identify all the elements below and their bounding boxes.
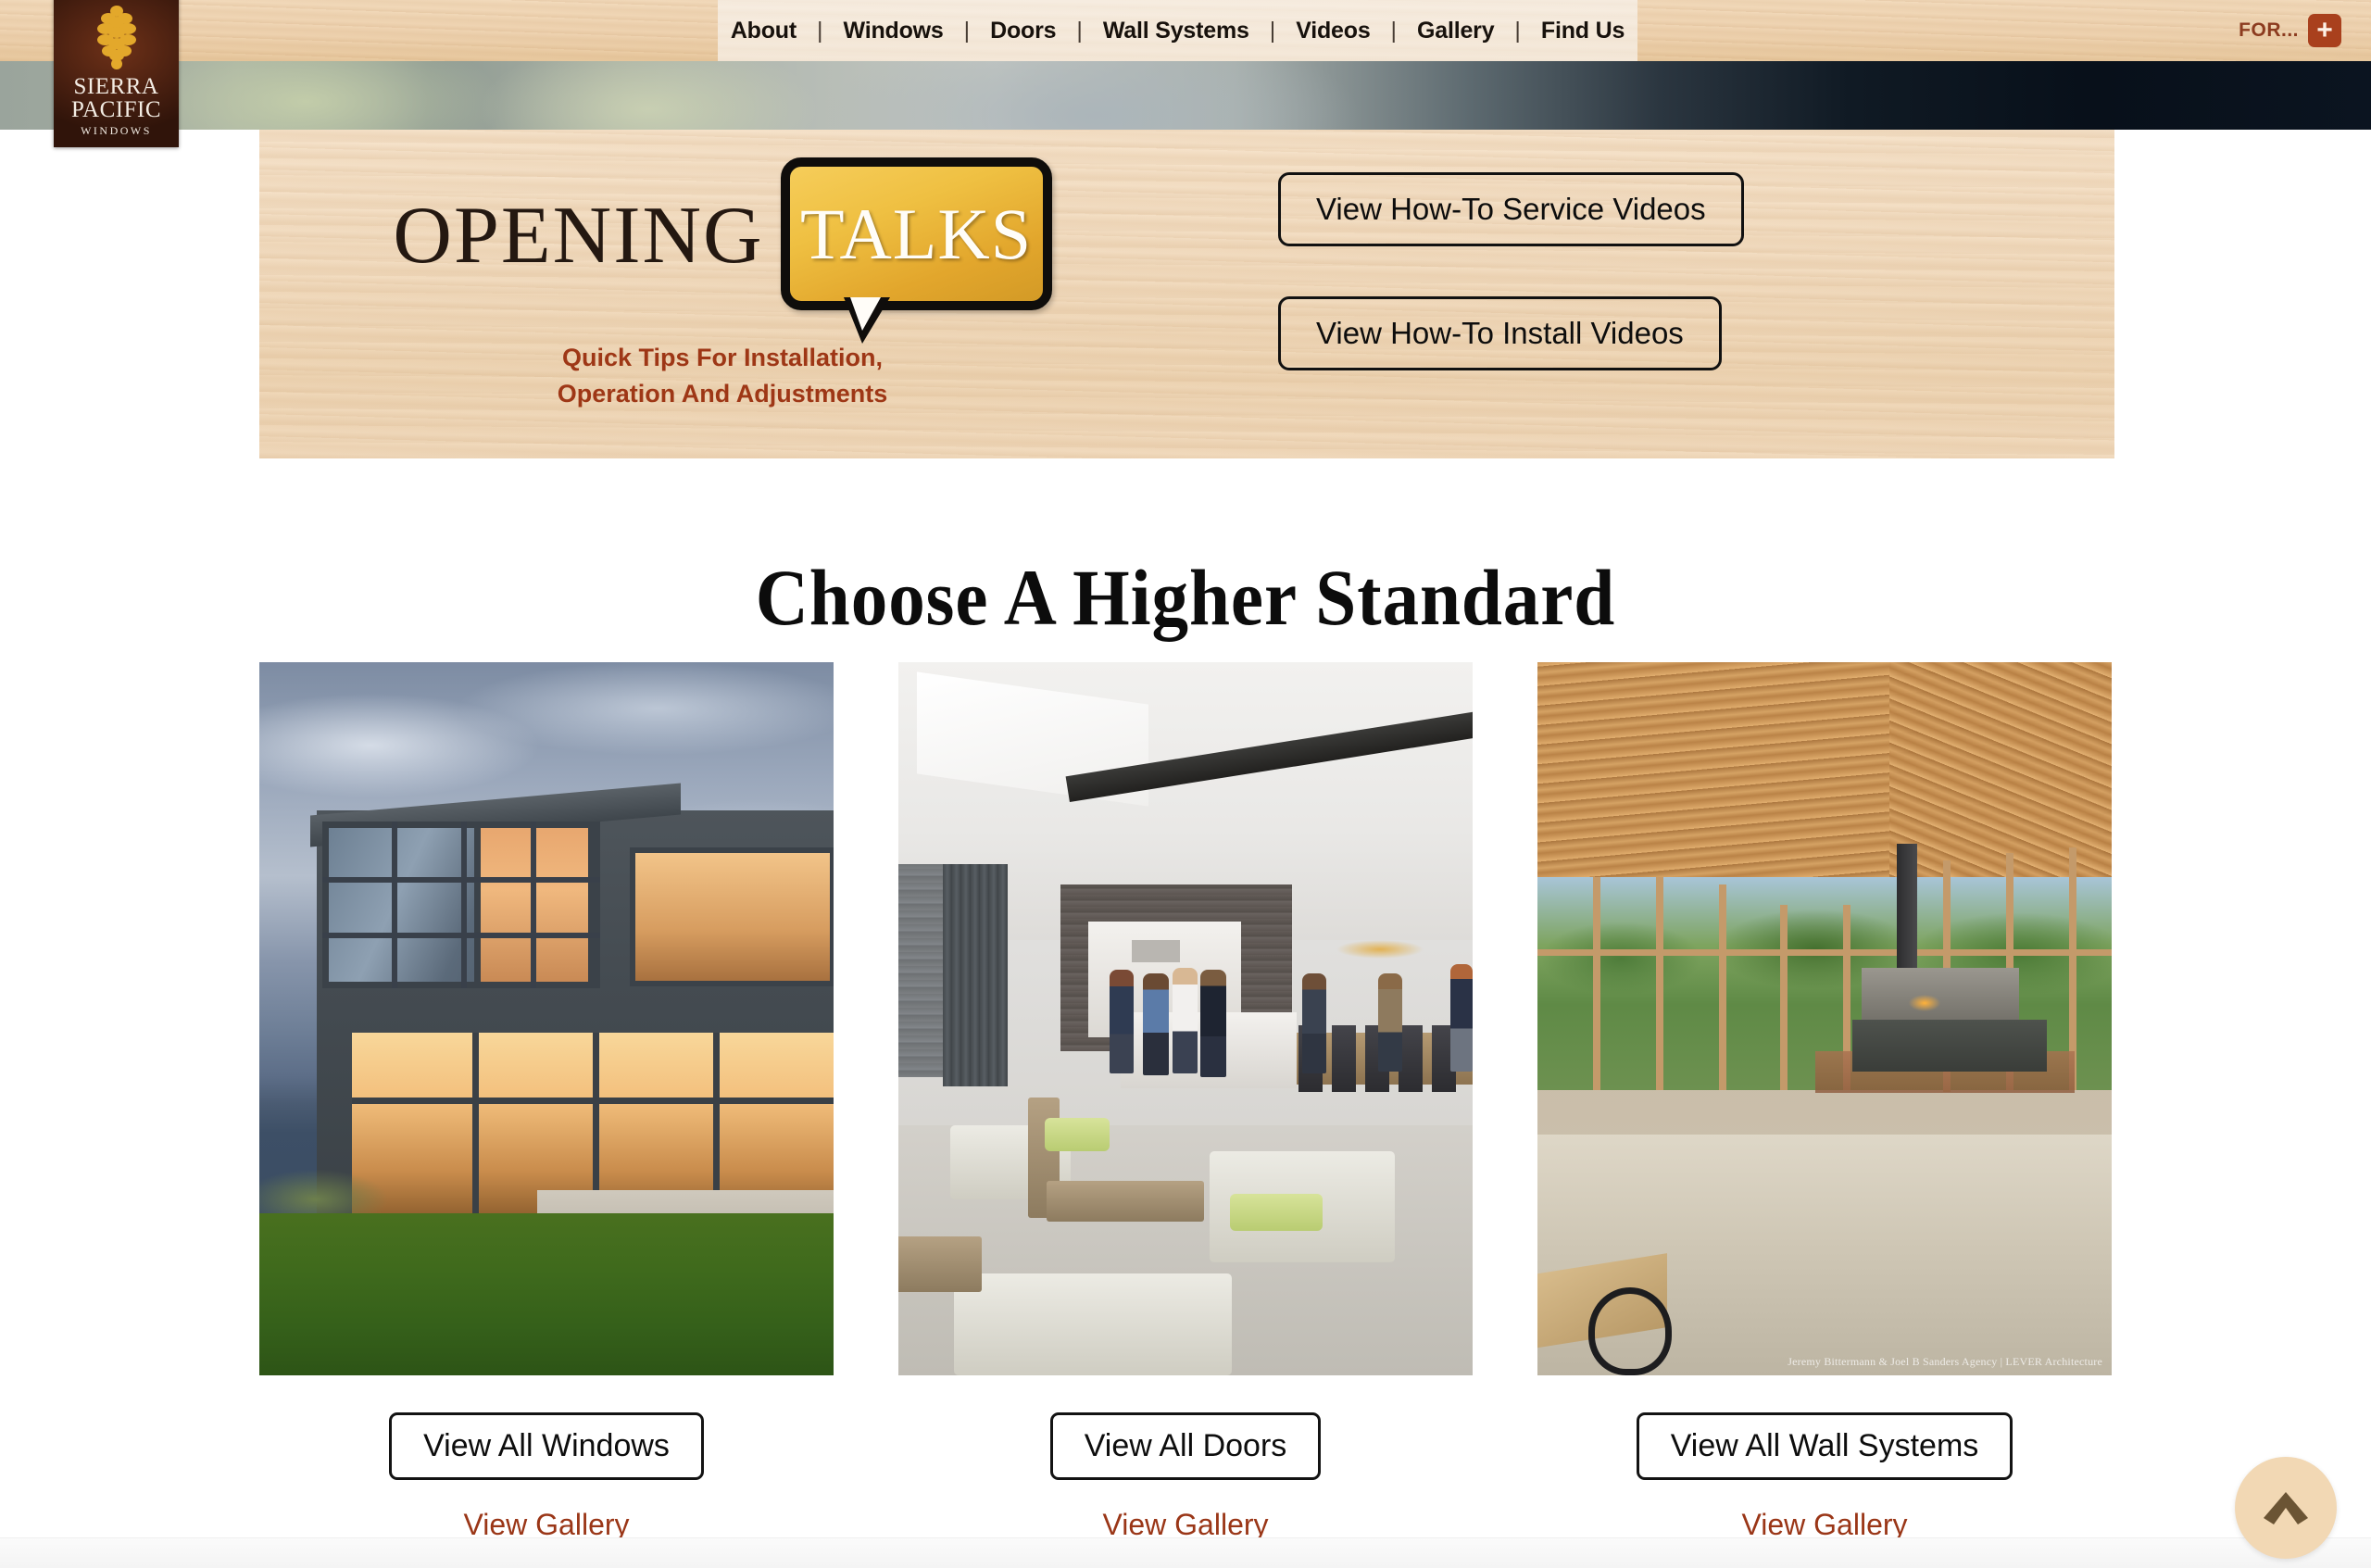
green-pillow bbox=[1230, 1194, 1323, 1231]
scroll-to-top-button[interactable] bbox=[2235, 1457, 2337, 1559]
chandelier bbox=[1320, 929, 1440, 966]
card-wall-systems: Jeremy Bittermann & Joel B Sanders Agenc… bbox=[1537, 662, 2112, 1542]
window-transom bbox=[1537, 949, 2112, 956]
photo-credit: Jeremy Bittermann & Joel B Sanders Agenc… bbox=[1788, 1355, 2102, 1368]
card-windows: View All Windows View Gallery bbox=[259, 662, 834, 1542]
open-plan-kitchen-gathering-photo[interactable] bbox=[898, 662, 1473, 1375]
plus-icon[interactable]: + bbox=[2308, 14, 2341, 47]
card-action: View All Windows bbox=[259, 1412, 834, 1480]
site-logo[interactable]: SIERRA PACIFIC WINDOWS bbox=[54, 0, 179, 147]
sectional-sofa bbox=[1852, 1020, 2047, 1072]
opening-talks-word-opening: OPENING bbox=[393, 190, 764, 281]
tagline-line-1: Quick Tips For Installation, bbox=[561, 344, 884, 371]
nav-item-videos[interactable]: Videos bbox=[1275, 18, 1390, 44]
range-hood bbox=[1132, 940, 1180, 962]
opening-talks-word-talks: TALKS bbox=[800, 193, 1033, 274]
product-cards: View All Windows View Gallery View All D… bbox=[0, 662, 2371, 1542]
logo-line-3: WINDOWS bbox=[81, 124, 152, 137]
view-all-wall-systems-button[interactable]: View All Wall Systems bbox=[1636, 1412, 2013, 1480]
card-doors: View All Doors View Gallery bbox=[898, 662, 1473, 1542]
nav-item-wall-systems[interactable]: Wall Systems bbox=[1083, 18, 1270, 44]
nav-separator: | bbox=[963, 17, 971, 44]
green-pillow bbox=[1045, 1118, 1110, 1151]
nav-item-doors[interactable]: Doors bbox=[970, 18, 1076, 44]
speech-bubble-icon: TALKS bbox=[780, 157, 1052, 344]
chevron-up-icon bbox=[2264, 1492, 2308, 1524]
view-gallery-link-wall-systems[interactable]: View Gallery bbox=[1741, 1508, 1907, 1541]
sliding-door-panel bbox=[943, 864, 1008, 1086]
view-all-doors-button[interactable]: View All Doors bbox=[1049, 1412, 1322, 1480]
window-mullion bbox=[1780, 905, 1788, 1090]
opening-talks-branding: OPENING TALKS Quick Tips For Installatio… bbox=[343, 157, 1102, 412]
modern-house-dusk-photo[interactable] bbox=[259, 662, 834, 1375]
main-navigation: About | Windows | Doors | Wall Systems |… bbox=[718, 0, 1637, 61]
person-figure bbox=[1378, 973, 1402, 1072]
lawn bbox=[259, 1213, 834, 1375]
nav-separator: | bbox=[1076, 17, 1083, 44]
ottoman-frame bbox=[898, 1236, 982, 1292]
nav-separator: | bbox=[1390, 17, 1398, 44]
window-mullion-grid bbox=[322, 822, 600, 988]
card-action: View All Wall Systems bbox=[1537, 1412, 2112, 1480]
card-action: View All Doors bbox=[898, 1412, 1473, 1480]
for-menu-label: FOR... bbox=[2239, 19, 2299, 41]
for-menu-toggle[interactable]: FOR... + bbox=[2239, 13, 2341, 48]
person-figure bbox=[1450, 964, 1473, 1072]
vineyard-tree-view bbox=[1537, 894, 2112, 1033]
logo-line-2: PACIFIC bbox=[70, 97, 162, 122]
nav-separator: | bbox=[817, 17, 823, 44]
ottoman bbox=[954, 1273, 1232, 1375]
speech-bubble-tail-inner bbox=[849, 297, 881, 331]
wood-ceiling-great-room-photo[interactable]: Jeremy Bittermann & Joel B Sanders Agenc… bbox=[1537, 662, 2112, 1375]
window-mullion bbox=[1656, 877, 1663, 1090]
page-title: Choose A Higher Standard bbox=[755, 553, 1616, 642]
view-how-to-install-videos-button[interactable]: View How-To Install Videos bbox=[1278, 296, 1722, 370]
speech-bubble-tail bbox=[843, 297, 890, 344]
nav-separator: | bbox=[1269, 17, 1276, 44]
site-header: About | Windows | Doors | Wall Systems |… bbox=[0, 0, 2371, 147]
nav-item-gallery[interactable]: Gallery bbox=[1397, 18, 1514, 44]
opening-talks-logo: OPENING TALKS bbox=[343, 157, 1102, 344]
metal-chair bbox=[1588, 1287, 1672, 1375]
person-figure bbox=[1143, 973, 1169, 1075]
view-all-windows-button[interactable]: View All Windows bbox=[389, 1412, 704, 1480]
tagline-line-2: Operation And Adjustments bbox=[557, 380, 888, 408]
person-figure bbox=[1200, 970, 1226, 1077]
view-how-to-service-videos-button[interactable]: View How-To Service Videos bbox=[1278, 172, 1744, 246]
opening-talks-actions: View How-To Service Videos View How-To I… bbox=[1278, 172, 1744, 420]
footer-divider bbox=[0, 1537, 2371, 1568]
opening-talks-banner: OPENING TALKS Quick Tips For Installatio… bbox=[259, 130, 2114, 458]
fire-flame bbox=[1903, 992, 1946, 1014]
nav-separator: | bbox=[1514, 17, 1521, 44]
lower-mullion bbox=[472, 1033, 479, 1218]
logo-line-1: SIERRA bbox=[73, 74, 159, 99]
window-mullion bbox=[1719, 884, 1726, 1090]
nav-item-about[interactable]: About bbox=[710, 18, 817, 44]
nav-item-windows[interactable]: Windows bbox=[823, 18, 964, 44]
dining-chair bbox=[1332, 1025, 1356, 1092]
pinecone-icon bbox=[96, 6, 136, 69]
nav-item-find-us[interactable]: Find Us bbox=[1521, 18, 1645, 44]
logo-wordmark: SIERRA PACIFIC WINDOWS bbox=[71, 75, 161, 136]
person-figure bbox=[1110, 970, 1134, 1073]
view-gallery-link-windows[interactable]: View Gallery bbox=[463, 1508, 629, 1541]
coffee-table bbox=[1047, 1181, 1204, 1222]
view-gallery-link-doors[interactable]: View Gallery bbox=[1102, 1508, 1268, 1541]
house-right-wing-glass bbox=[630, 847, 834, 986]
person-figure bbox=[1173, 968, 1198, 1073]
opening-talks-tagline: Quick Tips For Installation, Operation A… bbox=[343, 340, 1102, 412]
window-mullion bbox=[1593, 877, 1600, 1090]
person-figure bbox=[1302, 973, 1326, 1073]
